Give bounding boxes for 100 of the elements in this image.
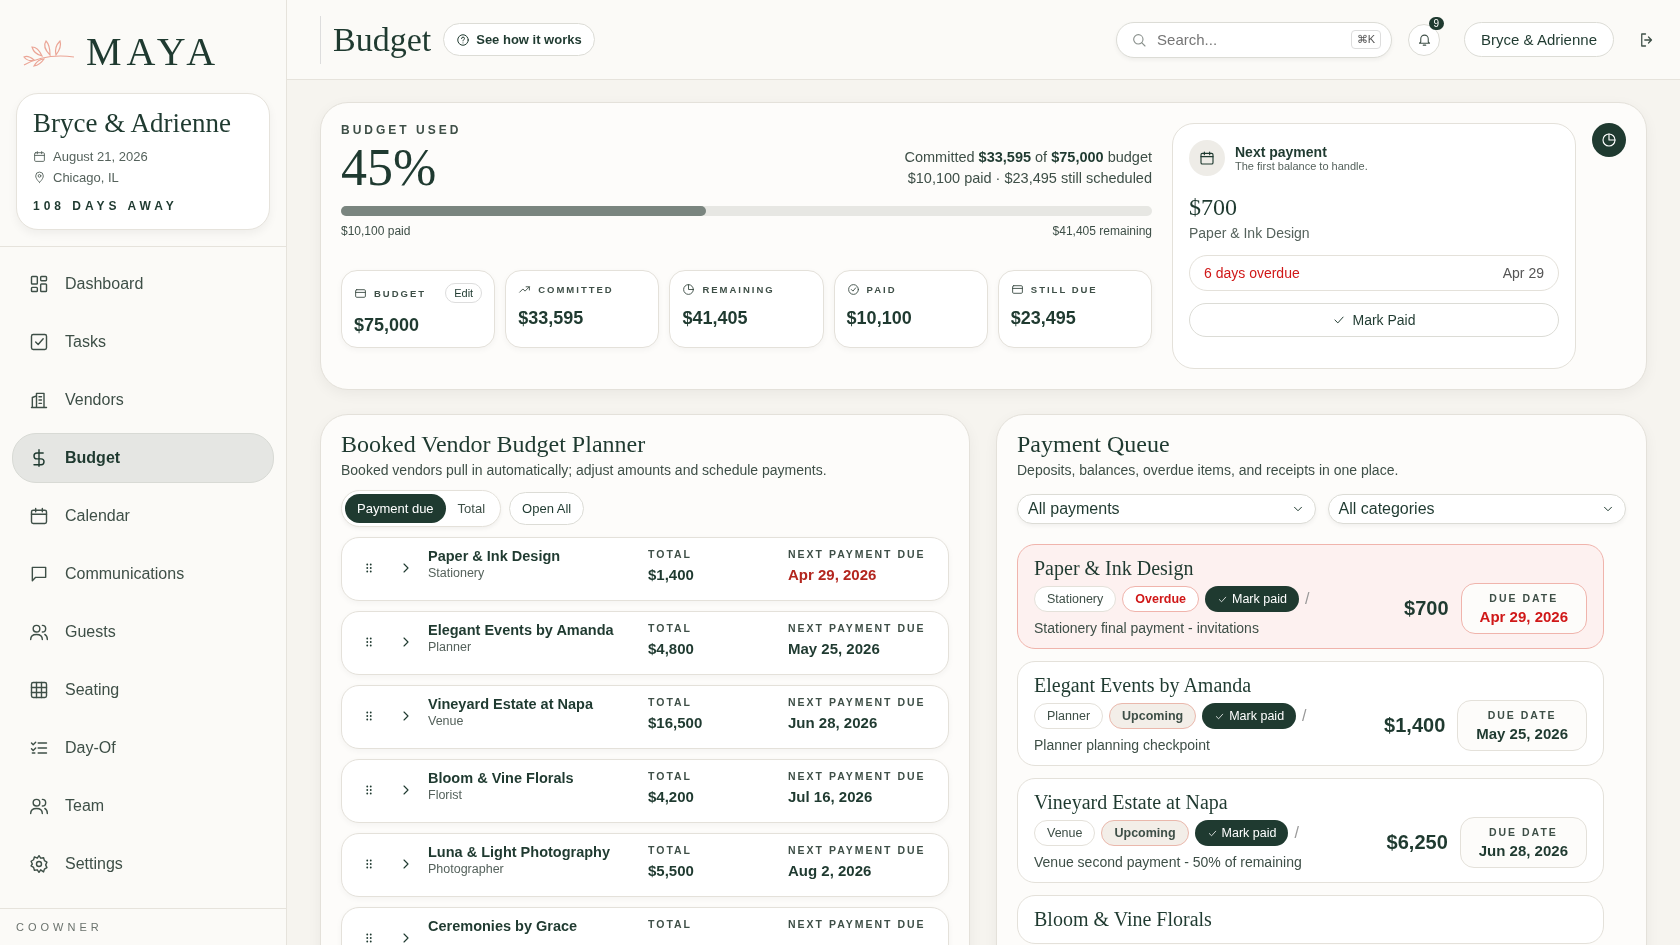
stat-label: STILL DUE	[1030, 284, 1098, 296]
vendor-name: Vineyard Estate at Napa	[428, 696, 594, 712]
nav-item[interactable]: Calendar	[12, 491, 274, 541]
due-date: Aug 2, 2026	[788, 862, 873, 879]
total-amount: $5,500	[648, 862, 695, 879]
payment-amount: $6,250	[1386, 830, 1448, 854]
nav-item[interactable]: Day-Of	[12, 723, 274, 773]
nav-item[interactable]: Team	[12, 781, 274, 831]
nav-item[interactable]: Vendors	[12, 375, 274, 425]
bell-icon	[1416, 32, 1432, 47]
vendor-category: Photographer	[428, 862, 505, 876]
calendar-icon	[1199, 150, 1215, 166]
stat-label: BUDGET	[374, 287, 427, 299]
column-label: NEXT PAYMENT DUE	[788, 770, 927, 782]
help-button[interactable]: See how it works	[443, 23, 595, 56]
stat-label: COMMITTED	[538, 284, 614, 296]
vendor-name: Paper & Ink Design	[428, 548, 562, 564]
edit-button[interactable]: Edit	[445, 283, 483, 304]
column-label: NEXT PAYMENT DUE	[788, 548, 927, 560]
column-label: NEXT PAYMENT DUE	[788, 622, 927, 634]
user-button[interactable]: Bryce & Adrienne	[1464, 22, 1614, 57]
due-date: Jun 28, 2026	[788, 714, 879, 731]
people-icon	[29, 622, 49, 642]
vendor-name: Elegant Events by Amanda	[428, 622, 615, 638]
column-label: TOTAL	[648, 918, 694, 930]
couple-name: Bryce & Adrienne	[33, 108, 232, 139]
due-label: DUE DATE	[1486, 708, 1558, 721]
nav-item[interactable]: Dashboard	[12, 259, 274, 309]
people-icon	[29, 796, 49, 816]
due-date: May 25, 2026	[788, 640, 881, 657]
vendor-row[interactable]: Paper & Ink Design Stationery TOTAL $1,400 NEXT PAYMENT DUE Apr 29, 2026	[341, 537, 949, 601]
column-label: TOTAL	[648, 548, 694, 560]
nav-item[interactable]: Guests	[12, 607, 274, 657]
open-all-button[interactable]: Open All	[509, 492, 585, 525]
vendor-row[interactable]: Elegant Events by Amanda Planner TOTAL $4,800 NEXT PAYMENT DUE May 25, 2026	[341, 611, 949, 675]
vendor-category: Venue	[428, 714, 465, 728]
mark-paid-button[interactable]: Mark paid	[1205, 586, 1299, 612]
pie-icon	[682, 283, 696, 297]
calendar-icon	[29, 506, 49, 526]
check-circle-icon	[846, 283, 860, 297]
search-input[interactable]: Search...	[1155, 30, 1343, 49]
nav-item[interactable]: Settings	[12, 839, 274, 889]
vendor-row[interactable]: Luna & Light Photography Photographer TOTAL $5,500 NEXT PAYMENT DUE Aug 2, 2026	[341, 833, 949, 897]
vendor-row[interactable]: Bloom & Vine Florals Florist TOTAL $4,200 NEXT PAYMENT DUE Jul 16, 2026	[341, 759, 949, 823]
building-icon	[29, 390, 49, 410]
stat-value: $23,495	[1010, 308, 1077, 330]
separator: /	[1304, 590, 1310, 608]
stat-value: $75,000	[354, 315, 421, 337]
nav-item[interactable]: Seating	[12, 665, 274, 715]
grid-icon	[29, 680, 49, 700]
vendor-row[interactable]: Vineyard Estate at Napa Venue TOTAL $16,500 NEXT PAYMENT DUE Jun 28, 2026	[341, 685, 949, 749]
category-tag: Planner	[1034, 703, 1104, 729]
toggle-tab[interactable]: Payment due	[345, 494, 446, 523]
mark-paid-button[interactable]: Mark paid	[1194, 820, 1289, 846]
vendor-category: Florist	[428, 788, 464, 802]
payment-amount: $1,400	[1384, 713, 1446, 737]
status-tag: Upcoming	[1101, 820, 1189, 846]
page-title: Budget	[320, 15, 432, 64]
settings-icon	[29, 854, 49, 874]
location-pin-icon	[33, 171, 46, 184]
wedding-location: Chicago, IL	[53, 170, 119, 185]
vendor-row[interactable]: Ceremonies by Grace TOTAL NEXT PAYMENT DUE	[341, 907, 949, 945]
pie-icon	[1601, 132, 1617, 148]
due-label: DUE DATE	[1487, 825, 1559, 838]
panel-subtitle: Deposits, balances, overdue items, and receipts in one place.	[1017, 462, 1400, 478]
due-date: Jun 28, 2026	[1478, 841, 1568, 859]
payment-amount: $700	[1189, 194, 1238, 221]
nav-item[interactable]: Communications	[12, 549, 274, 599]
chart-button[interactable]	[1592, 123, 1626, 157]
payment-note: Venue second payment - 50% of remaining	[1034, 854, 1303, 870]
vendor-name: Luna & Light Photography	[428, 844, 612, 860]
mark-paid-button[interactable]: Mark paid	[1202, 703, 1297, 729]
column-label: TOTAL	[648, 622, 694, 634]
nav-item[interactable]: Tasks	[12, 317, 274, 367]
remaining-label: $41,405 remaining	[1052, 224, 1152, 239]
next-payment-subtitle: The first balance to handle.	[1235, 160, 1368, 172]
dashboard-icon	[29, 274, 49, 294]
nav-item[interactable]: Budget	[12, 433, 274, 483]
status-tag: Overdue	[1122, 586, 1199, 612]
next-payment-title: Next payment	[1235, 144, 1328, 160]
card-icon	[1010, 283, 1024, 297]
column-label: TOTAL	[648, 770, 694, 782]
mark-paid-button[interactable]: Mark Paid	[1189, 303, 1559, 337]
total-amount: $4,800	[648, 640, 695, 657]
column-label: TOTAL	[648, 844, 694, 856]
filter-dropdown[interactable]: All categories	[1327, 494, 1626, 524]
toggle-tab[interactable]: Total	[445, 494, 498, 523]
notification-count: 9	[1428, 16, 1445, 30]
payment-note: Stationery final payment - invitations	[1034, 620, 1260, 636]
due-date: Apr 29, 2026	[788, 566, 878, 583]
due-date: Jul 16, 2026	[788, 788, 874, 805]
search-field[interactable]: Search... ⌘K	[1116, 21, 1393, 58]
vendor-name: Ceremonies by Grace	[428, 918, 579, 934]
status-tag: Upcoming	[1109, 703, 1197, 729]
paid-label: $10,100 paid	[341, 224, 411, 239]
filter-dropdown[interactable]: All payments	[1017, 494, 1316, 524]
stat-value: $33,595	[518, 308, 585, 330]
shortcut-hint: ⌘K	[1350, 30, 1382, 49]
payment-note: Planner planning checkpoint	[1034, 737, 1211, 753]
separator: /	[1302, 707, 1307, 725]
